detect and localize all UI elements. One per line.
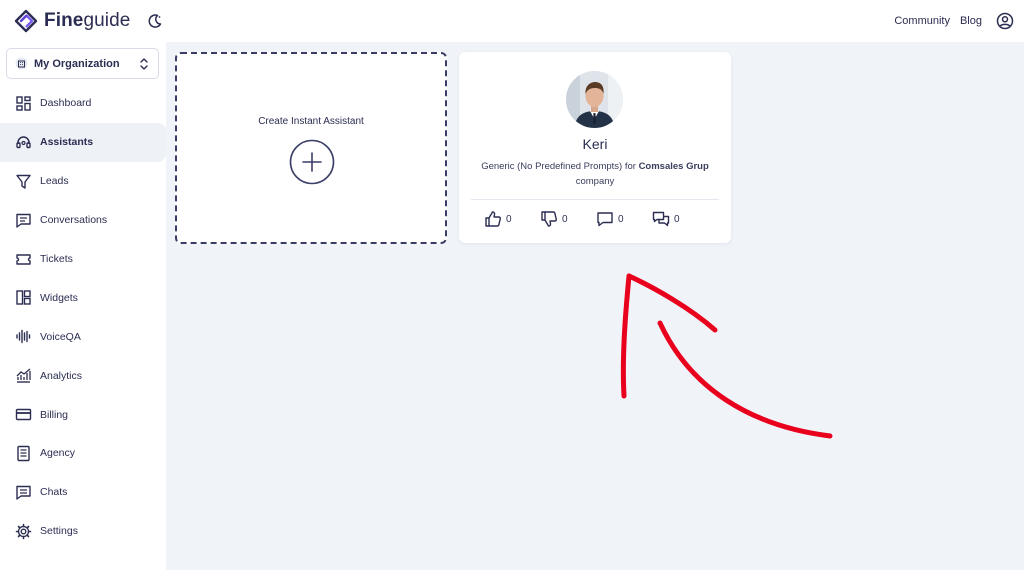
chart-icon [16,368,31,383]
building-icon [15,57,28,70]
sidebar-item-chats[interactable]: Chats [0,473,166,512]
sidebar-item-label: Settings [40,525,78,538]
moon-icon[interactable] [146,12,164,30]
chevron-up-down-icon [140,57,148,70]
plus-circle-icon[interactable] [289,139,335,185]
company-name: Comsales Grup [638,161,709,172]
community-link[interactable]: Community [894,15,950,27]
filter-icon [16,174,31,189]
sidebar-item-leads[interactable]: Leads [0,162,166,201]
assistant-avatar [566,71,623,128]
ticket-icon [16,253,31,265]
sidebar-item-dashboard[interactable]: Dashboard [0,84,166,123]
dislikes-stat[interactable]: 0 [540,210,596,228]
top-bar: Fineguide Community Blog [0,0,1024,42]
dashboard-icon [16,96,31,111]
gear-icon [15,523,32,540]
sidebar-item-label: Analytics [40,369,83,382]
sidebar-nav: Dashboard Assistants Leads Conversations [0,84,166,551]
sidebar-item-label: Billing [40,408,69,421]
blog-link[interactable]: Blog [960,15,982,27]
sidebar: My Organization Dashboard Assistants Lea… [0,42,166,570]
sidebar-item-voiceqa[interactable]: VoiceQA [0,317,166,356]
brand[interactable]: Fineguide [14,9,130,33]
create-assistant-card[interactable]: Create Instant Assistant [175,52,447,244]
sidebar-item-label: VoiceQA [40,330,81,343]
waveform-icon [16,330,31,344]
sidebar-item-conversations[interactable]: Conversations [0,201,166,240]
sidebar-item-tickets[interactable]: Tickets [0,240,166,279]
sidebar-item-agency[interactable]: Agency [0,434,166,473]
comments-icon [652,211,670,227]
likes-count: 0 [506,213,512,225]
headset-icon [16,136,31,149]
org-selector[interactable]: My Organization [6,48,159,79]
layout-icon [16,290,31,306]
assistant-description: Generic (No Predefined Prompts) for Coms… [481,161,709,187]
conversations-stat[interactable]: 0 [652,210,708,228]
sidebar-item-label: Assistants [40,136,94,149]
user-circle-icon[interactable] [996,12,1014,30]
likes-stat[interactable]: 0 [484,210,540,228]
comments-count: 0 [618,213,624,225]
sidebar-item-analytics[interactable]: Analytics [0,356,166,395]
brand-name: Fineguide [44,10,131,31]
assistant-stats: 0 0 0 0 [484,210,708,228]
sidebar-item-billing[interactable]: Billing [0,395,166,434]
document-icon [17,445,30,462]
sidebar-item-label: Dashboard [40,97,92,110]
thumbs-down-icon [541,211,557,227]
comments-stat[interactable]: 0 [596,210,652,228]
credit-card-icon [15,408,32,421]
top-links: Community Blog [894,0,1014,42]
sidebar-item-label: Conversations [40,214,108,227]
red-arrow-annotation [620,273,833,439]
dislikes-count: 0 [562,213,568,225]
card-divider [471,199,719,200]
sidebar-item-label: Chats [40,486,68,499]
sidebar-item-label: Leads [40,175,69,188]
thumbs-up-icon [485,211,501,227]
conversations-count: 0 [674,213,680,225]
sidebar-item-label: Agency [40,447,76,460]
sidebar-item-label: Tickets [40,253,73,265]
message-icon [16,213,31,228]
sidebar-item-label: Widgets [40,291,78,304]
assistant-card[interactable]: Keri Generic (No Predefined Prompts) for… [459,52,731,243]
sidebar-item-assistants[interactable]: Assistants [0,122,166,162]
sidebar-item-settings[interactable]: Settings [0,512,166,551]
fineguide-logo-icon [14,9,38,33]
chat-icon [16,485,31,500]
org-label: My Organization [34,57,120,70]
comment-icon [597,212,613,227]
create-assistant-label: Create Instant Assistant [258,116,364,127]
assistant-name: Keri [582,136,608,152]
sidebar-item-widgets[interactable]: Widgets [0,278,166,317]
